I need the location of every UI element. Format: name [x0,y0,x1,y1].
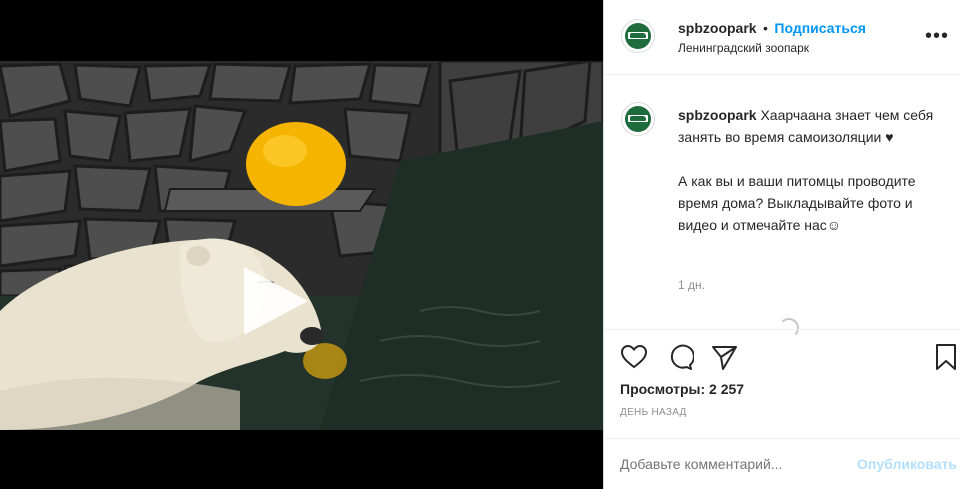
header-line: spbzoopark • Подписаться [678,20,866,38]
play-button[interactable] [240,265,310,335]
heart-icon[interactable] [620,343,648,371]
share-icon[interactable] [710,343,738,371]
post-media [0,0,603,489]
follow-button[interactable]: Подписаться [774,20,866,36]
bookmark-icon[interactable] [932,343,960,371]
video-player[interactable] [0,61,603,430]
caption-time: 1 дн. [678,278,705,292]
video-frame [0,61,603,430]
username-link[interactable]: spbzoopark [678,20,757,36]
avatar[interactable] [621,19,655,53]
caption-text-2: А как вы и ваши питомцы проводите время … [678,173,916,233]
location-link[interactable]: Ленинградский зоопарк [678,41,809,55]
comment-input[interactable] [620,456,840,472]
separator-dot: • [763,20,768,36]
views-count[interactable]: Просмотры: 2 257 [620,381,744,397]
post-date: ДЕНЬ НАЗАД [620,407,687,418]
play-icon [244,267,308,335]
caption-username-link[interactable]: spbzoopark [678,107,757,123]
post-header: spbzoopark • Подписаться Ленинградский з… [604,0,960,75]
post-sidebar: spbzoopark • Подписаться Ленинградский з… [603,0,960,489]
comment-icon[interactable] [666,343,695,371]
more-dots-icon[interactable]: ••• [925,26,949,46]
caption-avatar[interactable] [621,102,655,136]
publish-button[interactable]: Опубликовать [857,456,957,472]
action-bar [604,329,960,380]
post-caption: spbzoopark Хаарчаана знает чем себя заня… [678,104,948,236]
comment-bar: Опубликовать [604,438,960,490]
